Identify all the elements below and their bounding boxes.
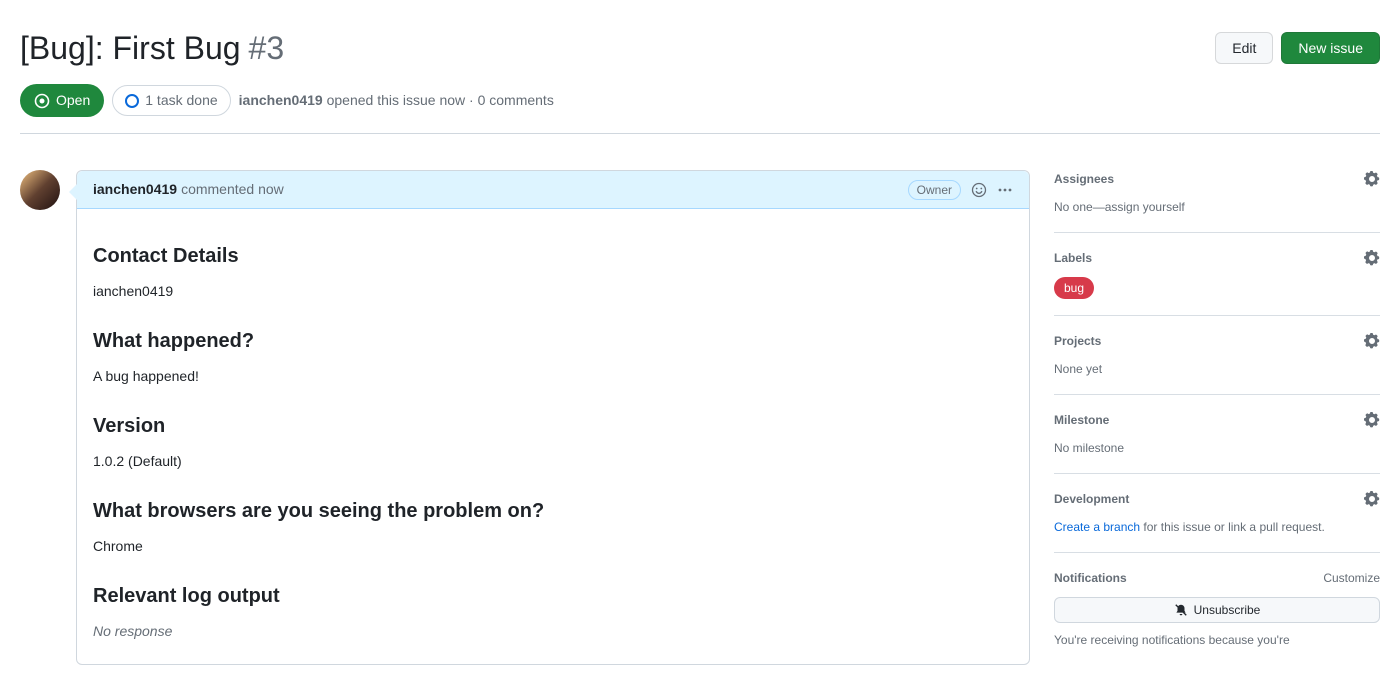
projects-settings[interactable] (1364, 333, 1380, 349)
section-heading: Relevant log output (93, 581, 1013, 611)
issue-open-icon (34, 93, 50, 109)
section-heading: What happened? (93, 326, 1013, 356)
issue-title: [Bug]: First Bug (20, 24, 241, 72)
projects-text: None yet (1054, 360, 1380, 378)
comment-author[interactable]: ianchen0419 (93, 179, 177, 200)
comment: ianchen0419 commented now Owner Contact … (76, 170, 1030, 665)
sidebar-milestone: Milestone No milestone (1054, 395, 1380, 474)
bell-slash-icon (1174, 603, 1188, 617)
comment-time: commented now (181, 179, 284, 200)
notifications-label: Notifications (1054, 569, 1127, 587)
gear-icon (1364, 171, 1380, 187)
development-text: for this issue or link a pull request. (1140, 520, 1325, 534)
task-progress-pill[interactable]: 1 task done (112, 85, 230, 116)
assignees-settings[interactable] (1364, 171, 1380, 187)
smiley-icon (971, 182, 987, 198)
milestone-text: No milestone (1054, 439, 1380, 457)
progress-ring-icon (125, 94, 139, 108)
section-text: Chrome (93, 536, 1013, 557)
section-text: ianchen0419 (93, 281, 1013, 302)
comment-menu-button[interactable] (997, 182, 1013, 198)
assignees-text: No one— (1054, 200, 1105, 214)
section-heading: Version (93, 411, 1013, 441)
section-heading: Contact Details (93, 241, 1013, 271)
sidebar-projects: Projects None yet (1054, 316, 1380, 395)
section-text: No response (93, 621, 1013, 642)
projects-label: Projects (1054, 332, 1101, 350)
gear-icon (1364, 412, 1380, 428)
issue-number: #3 (249, 24, 285, 72)
author-role-badge: Owner (908, 180, 961, 200)
avatar[interactable] (20, 170, 60, 210)
issue-author[interactable]: ianchen0419 (239, 92, 323, 108)
sidebar-assignees: Assignees No one—assign yourself (1054, 170, 1380, 233)
sidebar-development: Development Create a branch for this iss… (1054, 474, 1380, 553)
section-heading: What browsers are you seeing the problem… (93, 496, 1013, 526)
labels-label: Labels (1054, 249, 1092, 267)
sidebar-notifications: Notifications Customize Unsubscribe You'… (1054, 553, 1380, 665)
labels-settings[interactable] (1364, 250, 1380, 266)
section-text: 1.0.2 (Default) (93, 451, 1013, 472)
assignees-label: Assignees (1054, 170, 1114, 188)
section-text: A bug happened! (93, 366, 1013, 387)
kebab-icon (997, 182, 1013, 198)
gear-icon (1364, 333, 1380, 349)
milestone-label: Milestone (1054, 411, 1109, 429)
edit-button[interactable]: Edit (1215, 32, 1273, 64)
development-settings[interactable] (1364, 491, 1380, 507)
gear-icon (1364, 250, 1380, 266)
development-label: Development (1054, 490, 1129, 508)
assign-yourself-link[interactable]: assign yourself (1105, 200, 1185, 214)
milestone-settings[interactable] (1364, 412, 1380, 428)
sidebar-labels: Labels bug (1054, 233, 1380, 316)
label-chip-bug[interactable]: bug (1054, 277, 1094, 299)
create-branch-link[interactable]: Create a branch (1054, 520, 1140, 534)
state-badge: Open (20, 84, 104, 117)
notifications-help: You're receiving notifications because y… (1054, 631, 1380, 649)
unsubscribe-button[interactable]: Unsubscribe (1054, 597, 1380, 623)
gear-icon (1364, 491, 1380, 507)
customize-link[interactable]: Customize (1323, 569, 1380, 587)
new-issue-button[interactable]: New issue (1281, 32, 1380, 64)
react-button[interactable] (971, 182, 987, 198)
issue-meta-text: opened this issue now · 0 comments (327, 92, 554, 108)
